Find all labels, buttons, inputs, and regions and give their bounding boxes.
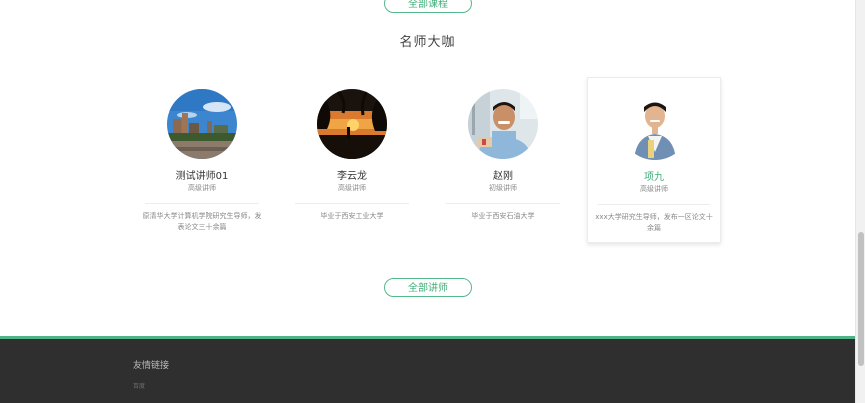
teacher-card[interactable]: 赵刚 初级讲师 毕业于西安石油大学 xyxy=(436,77,570,243)
all-teachers-button[interactable]: 全部讲师 xyxy=(384,278,472,297)
teacher-card[interactable]: 李云龙 高级讲师 毕业于西安工业大学 xyxy=(285,77,419,243)
teacher-card[interactable]: 测试讲师01 高级讲师 原清华大学计算机学院研究生导师，发表论文三十余篇 xyxy=(135,77,269,243)
footer: 友情链接 百度 xyxy=(0,336,855,403)
divider xyxy=(145,203,259,204)
teacher-avatar[interactable] xyxy=(620,90,690,160)
teacher-name[interactable]: 赵刚 xyxy=(436,167,570,182)
teacher-card[interactable]: 项九 高级讲师 xxx大学研究生导师，发布一区论文十余篇 xyxy=(587,77,721,243)
teacher-level: 高级讲师 xyxy=(188,184,216,192)
teacher-description: 毕业于西安工业大学 xyxy=(320,212,384,220)
teacher-description: 毕业于西安石油大学 xyxy=(471,212,535,220)
divider xyxy=(446,203,560,204)
teacher-avatar[interactable] xyxy=(468,89,538,159)
all-courses-button[interactable]: 全部课程 xyxy=(384,0,472,13)
teacher-level: 高级讲师 xyxy=(640,185,668,193)
teacher-avatar[interactable] xyxy=(167,89,237,159)
teacher-level: 初级讲师 xyxy=(489,184,517,192)
teacher-name[interactable]: 李云龙 xyxy=(285,167,419,182)
divider xyxy=(598,204,710,205)
divider xyxy=(295,203,409,204)
footer-title: 友情链接 xyxy=(133,361,170,371)
teacher-level: 高级讲师 xyxy=(338,184,366,192)
page-scrollbar[interactable] xyxy=(855,0,865,403)
page: 全部课程 名师大咖 测试讲师01 高级讲师 原清华大学计算机学院研究生导师，发表… xyxy=(0,0,865,403)
teacher-avatar[interactable] xyxy=(317,89,387,159)
teacher-name[interactable]: 测试讲师01 xyxy=(135,167,269,182)
main-content: 全部课程 名师大咖 测试讲师01 高级讲师 原清华大学计算机学院研究生导师，发表… xyxy=(0,0,855,403)
footer-link[interactable]: 百度 xyxy=(133,381,145,390)
teacher-name[interactable]: 项九 xyxy=(588,168,720,183)
scroll-thumb[interactable] xyxy=(858,232,864,366)
section-title: 名师大咖 xyxy=(399,35,456,50)
teacher-description: xxx大学研究生导师，发布一区论文十余篇 xyxy=(595,213,713,232)
teacher-description: 原清华大学计算机学院研究生导师，发表论文三十余篇 xyxy=(142,212,262,231)
